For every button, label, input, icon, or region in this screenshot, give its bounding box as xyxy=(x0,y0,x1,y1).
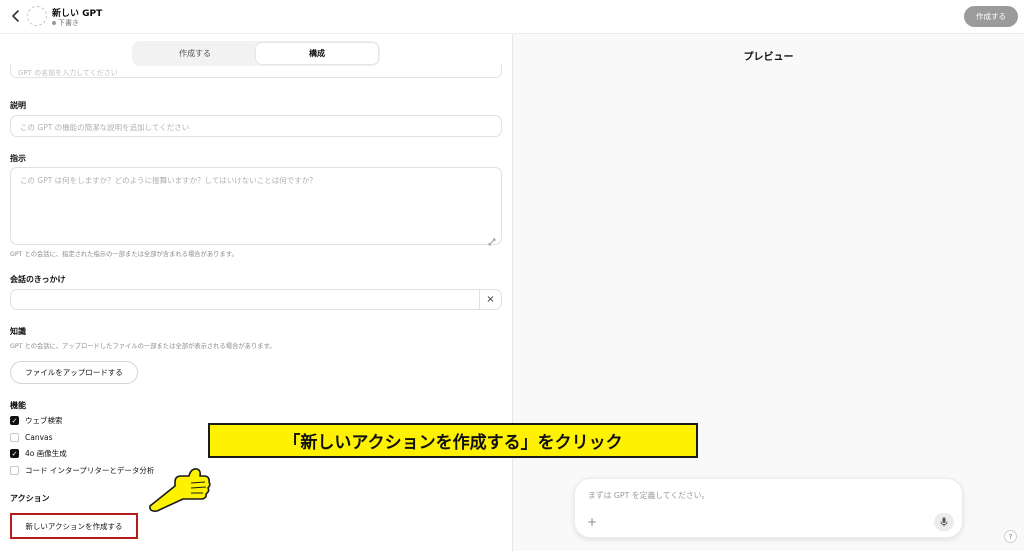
instructions-placeholder: この GPT は何をしますか？どのように振舞いますか？してはいけないことは何です… xyxy=(20,176,317,185)
instructions-label: 指示 xyxy=(10,154,26,163)
capability-code-interpreter[interactable]: コード インタープリターとデータ分析 xyxy=(10,465,154,476)
draft-status: 下書き xyxy=(52,18,79,28)
create-button[interactable]: 作成する xyxy=(964,6,1018,27)
status-dot-icon xyxy=(52,21,56,25)
instruction-callout: 「新しいアクションを作成する」をクリック xyxy=(208,423,698,458)
preview-composer[interactable]: まずは GPT を定義してください。 + xyxy=(574,478,963,538)
instructions-hint: GPT との会話に、指定された指示の一部または全部が含まれる場合があります。 xyxy=(10,251,238,258)
capability-canvas[interactable]: Canvas xyxy=(10,432,53,443)
capability-label: Canvas xyxy=(25,433,53,442)
draft-status-label: 下書き xyxy=(58,19,79,27)
description-input[interactable]: この GPT の機能の簡潔な説明を追加してください xyxy=(10,115,502,137)
mode-tabs: 作成する 構成 xyxy=(132,41,380,66)
capabilities-label: 機能 xyxy=(10,401,26,410)
preview-panel: プレビュー まずは GPT を定義してください。 + ? xyxy=(513,34,1024,551)
back-arrow-icon[interactable] xyxy=(9,8,23,24)
capability-image-generation[interactable]: ✓ 4o 画像生成 xyxy=(10,448,67,459)
top-bar: 新しい GPT 下書き 作成する xyxy=(0,0,1024,34)
capability-label: ウェブ検索 xyxy=(25,416,63,425)
conversation-starter-input[interactable]: × xyxy=(10,289,502,310)
help-button[interactable]: ? xyxy=(1004,530,1017,543)
checkbox-unchecked-icon[interactable] xyxy=(10,466,19,475)
pointing-hand-icon xyxy=(145,456,215,512)
checkbox-checked-icon[interactable]: ✓ xyxy=(10,416,19,425)
checkbox-unchecked-icon[interactable] xyxy=(10,433,19,442)
preview-title: プレビュー xyxy=(743,52,794,63)
capability-label: 4o 画像生成 xyxy=(25,449,67,458)
expand-icon[interactable] xyxy=(488,231,496,246)
clear-starter-button[interactable]: × xyxy=(479,290,501,309)
tab-configure[interactable]: 構成 xyxy=(256,43,378,64)
knowledge-hint: GPT との会話に、アップロードしたファイルの一部または全部が表示される場合があ… xyxy=(10,343,276,350)
capability-web-search[interactable]: ✓ ウェブ検索 xyxy=(10,415,63,426)
upload-files-button[interactable]: ファイルをアップロードする xyxy=(10,361,138,384)
name-placeholder-partial: GPT の名前を入力してください xyxy=(18,69,118,77)
conversation-starters-label: 会話のきっかけ xyxy=(10,275,66,284)
instructions-textarea[interactable]: この GPT は何をしますか？どのように振舞いますか？してはいけないことは何です… xyxy=(10,167,502,246)
checkbox-checked-icon[interactable]: ✓ xyxy=(10,449,19,458)
configure-panel: GPT の名前を入力してください 作成する 構成 説明 この GPT の機能の簡… xyxy=(0,34,512,551)
plus-icon[interactable]: + xyxy=(587,516,597,528)
tab-create[interactable]: 作成する xyxy=(134,43,256,64)
gpt-avatar-placeholder[interactable] xyxy=(27,6,47,26)
description-placeholder: この GPT の機能の簡潔な説明を追加してください xyxy=(20,123,190,132)
capability-label: コード インタープリターとデータ分析 xyxy=(25,466,155,475)
knowledge-label: 知識 xyxy=(10,327,26,336)
composer-placeholder: まずは GPT を定義してください。 xyxy=(588,491,710,500)
actions-label: アクション xyxy=(10,494,50,503)
microphone-icon[interactable] xyxy=(934,513,954,531)
description-label: 説明 xyxy=(10,101,26,110)
create-new-action-button[interactable]: 新しいアクションを作成する xyxy=(10,513,138,539)
